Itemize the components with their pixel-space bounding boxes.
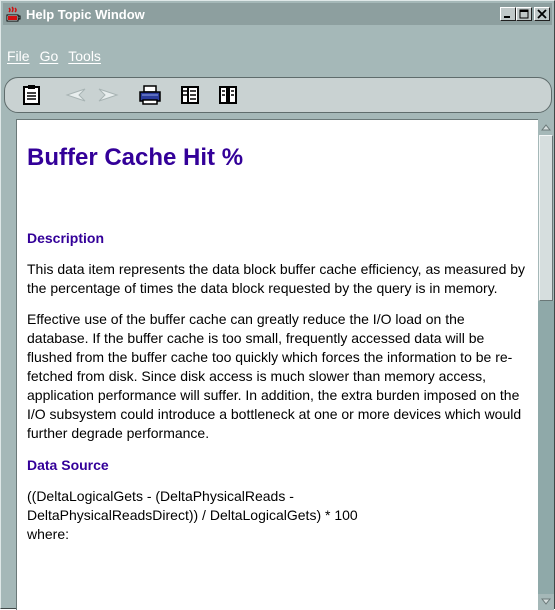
description-paragraph-1: This data item represents the data block… xyxy=(27,261,526,296)
formula-line-1: ((DeltaLogicalGets - (DeltaPhysicalReads… xyxy=(27,488,294,504)
forward-arrow-icon[interactable] xyxy=(95,82,121,108)
dual-pane-icon[interactable] xyxy=(215,82,241,108)
scroll-thumb[interactable] xyxy=(539,135,553,301)
scroll-up-icon[interactable] xyxy=(538,119,554,135)
title-bar[interactable]: Help Topic Window xyxy=(3,3,552,25)
contents-icon[interactable] xyxy=(19,82,45,108)
close-button[interactable] xyxy=(534,7,550,21)
formula-line-3: where: xyxy=(27,526,70,542)
back-arrow-icon[interactable] xyxy=(63,82,89,108)
toolbar xyxy=(4,77,552,113)
page-title: Buffer Cache Hit % xyxy=(27,144,244,171)
scroll-down-icon[interactable] xyxy=(538,594,554,610)
menu-tools[interactable]: Tools xyxy=(68,48,101,64)
split-view-icon[interactable] xyxy=(177,82,203,108)
data-source-heading: Data Source xyxy=(27,457,109,473)
menu-bar: File Go Tools xyxy=(3,45,552,67)
help-topic-window: Help Topic Window File Go Tools Buffer C… xyxy=(0,0,555,610)
vertical-scrollbar[interactable] xyxy=(538,119,554,610)
print-icon[interactable] xyxy=(137,82,163,108)
formula-line-2: DeltaPhysicalReadsDirect)) / DeltaLogica… xyxy=(27,507,358,523)
help-content-pane[interactable]: Buffer Cache Hit % Description This data… xyxy=(16,119,538,610)
minimize-button[interactable] xyxy=(500,7,516,21)
menu-file[interactable]: File xyxy=(7,48,30,64)
description-heading: Description xyxy=(27,230,105,246)
description-paragraph-2: Effective use of the buffer cache can gr… xyxy=(27,311,522,441)
window-title: Help Topic Window xyxy=(26,6,145,22)
java-cup-icon xyxy=(6,6,22,22)
menu-go[interactable]: Go xyxy=(40,48,59,64)
scroll-track[interactable] xyxy=(538,301,554,594)
maximize-button[interactable] xyxy=(516,7,532,21)
